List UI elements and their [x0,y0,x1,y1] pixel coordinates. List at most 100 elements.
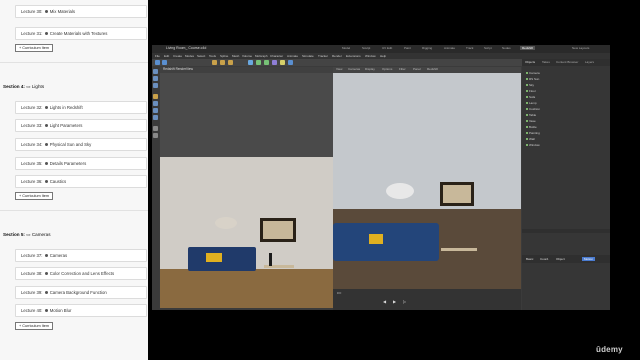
generator-icon[interactable] [264,60,269,65]
object-row[interactable]: Camera [526,71,540,75]
object-row[interactable]: Wall [526,137,535,141]
layout-tab[interactable]: UV Edit [382,46,392,50]
menu-modes[interactable]: Modes [185,54,194,58]
lecture-item[interactable]: Lecture 31: Create Materials with Textur… [15,27,147,40]
check-icon [45,254,49,258]
menu-help[interactable]: Help [380,54,386,58]
viewport-menu-cameras[interactable]: Cameras [348,67,360,71]
menu-window[interactable]: Window [365,54,376,58]
menu-tracker[interactable]: Tracker [318,54,328,58]
lecture-item[interactable]: Lecture 30: Mix Materials [15,5,147,18]
lecture-item[interactable]: Lecture 40: Motion Blur [15,304,147,317]
lecture-item[interactable]: Lecture 37: Cameras [15,249,147,262]
menu-tools[interactable]: Tools [209,54,216,58]
object-row[interactable]: RS Sun [526,77,539,81]
model-mode-icon[interactable] [153,94,158,99]
tab-basic[interactable]: Basic [526,257,533,261]
layout-tab[interactable]: Model [342,46,350,50]
object-row[interactable]: Window [526,143,540,147]
scale-tool-icon[interactable] [153,76,158,81]
tab-coord[interactable]: Coord. [540,257,549,261]
step-forward-icon[interactable]: ▷ [403,299,406,304]
viewport-menu-redshift[interactable]: Redshift [427,67,438,71]
viewport-menu-panel[interactable]: Panel [413,67,421,71]
snap-icon[interactable] [153,126,158,131]
polygons-mode-icon[interactable] [153,115,158,120]
add-curriculum-item-button[interactable]: + Curriculum Item [15,322,54,330]
menu-extensions[interactable]: Extensions [346,54,361,58]
object-row[interactable]: Vase [526,119,536,123]
timeline-panel[interactable]: 0 F ▶ ◀ ▷ [333,289,521,310]
viewport-menu-display[interactable]: Display [365,67,375,71]
current-frame: 0 F [337,291,342,295]
menu-spline[interactable]: Spline [220,54,228,58]
viewport-menu-options[interactable]: Options [382,67,392,71]
layout-tab[interactable]: Animate [444,46,455,50]
move-tool-icon[interactable] [153,69,158,74]
object-row[interactable]: Cushion [526,107,540,111]
lecture-item[interactable]: Lecture 34: Physical Sun and Sky [15,138,147,151]
object-row[interactable]: Painting [526,131,540,135]
perspective-viewport[interactable]: View Cameras Display Options Filter Pane… [333,67,521,310]
object-row[interactable]: Sofa [526,95,535,99]
object-row[interactable]: Lamp [526,101,537,105]
render-icon[interactable] [220,60,225,65]
points-mode-icon[interactable] [153,101,158,106]
viewport-menu-filter[interactable]: Filter [399,67,406,71]
menu-volume[interactable]: Volume [242,54,252,58]
object-row[interactable]: Sky [526,83,534,87]
redshift-render-view[interactable]: Redshift RenderView [160,67,337,308]
layout-tab[interactable]: Paint [404,46,411,50]
axis-icon[interactable] [153,133,158,138]
rotate-tool-icon[interactable] [153,83,158,88]
edges-mode-icon[interactable] [153,108,158,113]
menu-mesh[interactable]: Mesh [232,54,239,58]
object-row[interactable]: Table [526,113,536,117]
object-row[interactable]: Bottle [526,125,537,129]
step-back-icon[interactable]: ◀ [383,299,386,304]
menu-mograph[interactable]: MoGraph [255,54,268,58]
render-view-icon[interactable] [212,60,217,65]
menu-edit[interactable]: Edit [164,54,169,58]
lecture-item[interactable]: Lecture 39: Camera Background Function [15,286,147,299]
lecture-item[interactable]: Lecture 36: Caustics [15,175,147,188]
tab-content-browser[interactable]: Content Browser [556,60,578,64]
layout-tab[interactable]: Script [484,46,492,50]
layout-tab-active[interactable]: Redshift [520,46,536,50]
menu-select[interactable]: Select [197,54,205,58]
tab-objects[interactable]: Objects [525,60,535,64]
lecture-item[interactable]: Lecture 32: Lights in Redshift [15,101,147,114]
lecture-item[interactable]: Lecture 38: Color Correction and Lens Ef… [15,267,147,280]
layout-tab[interactable]: Track [466,46,473,50]
layout-tab[interactable]: Sculpt [362,46,370,50]
menu-render[interactable]: Render [332,54,342,58]
render-settings-icon[interactable] [228,60,233,65]
lecture-item[interactable]: Lecture 35: Details Parameters [15,157,147,170]
lecture-item[interactable]: Lecture 33: Light Parameters [15,119,147,132]
new-layouts-button[interactable]: New Layouts [572,46,589,50]
deformer-icon[interactable] [272,60,277,65]
tab-layers[interactable]: Layers [585,60,594,64]
menu-simulate[interactable]: Simulate [302,54,314,58]
title-bar: Living Room_ Course.c4d Model Sculpt UV … [152,45,610,53]
menu-create[interactable]: Create [173,54,182,58]
menu-animate[interactable]: Animate [287,54,298,58]
camera-icon[interactable] [288,60,293,65]
add-curriculum-item-button[interactable]: + Curriculum Item [15,44,54,52]
spline-icon[interactable] [256,60,261,65]
layout-tab[interactable]: Nodes [502,46,511,50]
undo-icon[interactable] [155,60,160,65]
object-row[interactable]: Floor [526,89,536,93]
play-icon[interactable]: ▶ [393,299,396,304]
viewport-menu-view[interactable]: View [336,67,342,71]
add-curriculum-item-button[interactable]: + Curriculum Item [15,192,54,200]
tab-takes[interactable]: Takes [542,60,550,64]
tab-object[interactable]: Object [556,257,565,261]
cube-icon[interactable] [248,60,253,65]
light-icon[interactable] [280,60,285,65]
layout-tab[interactable]: Rigging [422,46,432,50]
menu-file[interactable]: File [155,54,160,58]
redo-icon[interactable] [162,60,167,65]
menu-character[interactable]: Character [270,54,283,58]
tab-motion[interactable]: Motion [582,257,596,261]
